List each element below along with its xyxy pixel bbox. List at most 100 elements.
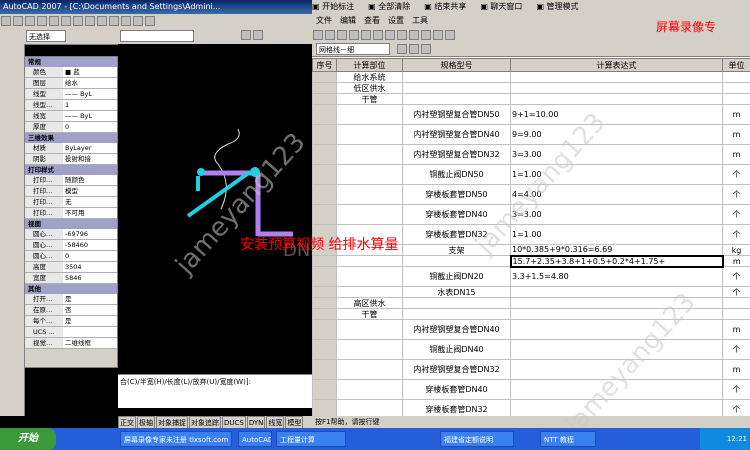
row-index-cell[interactable]	[312, 204, 337, 225]
expression-cell[interactable]	[510, 339, 723, 360]
props-value[interactable]: -58460	[63, 240, 117, 250]
cut-icon[interactable]	[361, 30, 371, 40]
props-value[interactable]: 1	[63, 100, 117, 110]
status-toggle-button[interactable]: 极轴	[137, 416, 155, 428]
cut-icon[interactable]	[49, 16, 59, 26]
pan-icon[interactable]	[109, 16, 119, 26]
unit-cell[interactable]: 个	[722, 379, 750, 400]
location-cell[interactable]	[336, 124, 403, 145]
row-index-cell[interactable]	[312, 308, 337, 320]
unit-cell[interactable]	[722, 297, 750, 309]
location-cell[interactable]	[336, 204, 403, 225]
location-cell[interactable]: 低区供水	[336, 82, 403, 94]
props-value[interactable]: 5846	[63, 273, 117, 283]
props-row[interactable]: 宽度 5846	[25, 273, 117, 284]
column-header[interactable]: 序号	[312, 58, 337, 72]
props-value[interactable]: ■ 蓝	[63, 67, 117, 77]
taskbar-task-button[interactable]: NTT 教程	[540, 431, 596, 447]
props-row[interactable]: 线宽 —— ByL	[25, 111, 117, 122]
props-value[interactable]: 随颜色	[63, 175, 117, 185]
expression-cell[interactable]: 9=9.00	[510, 124, 723, 145]
taskbar-task-button[interactable]: AutoCAD 200	[238, 431, 272, 447]
spec-cell[interactable]: 穿楼板套管DN32	[402, 224, 511, 245]
props-section-header[interactable]: 打印样式	[25, 165, 117, 175]
table-row[interactable]: 铜截止阀DN40 个	[312, 339, 750, 360]
table-row[interactable]: 穿楼板套管DN40 3=3.00 个	[312, 204, 750, 225]
props-row[interactable]: 在原... 否	[25, 305, 117, 316]
column-header[interactable]: 计算表达式	[510, 58, 723, 72]
props-value[interactable]: 模型	[63, 186, 117, 196]
find-icon[interactable]	[397, 30, 407, 40]
menu-item[interactable]: 工具	[412, 16, 428, 25]
status-toggle-button[interactable]: DYN	[246, 416, 266, 428]
props-value[interactable]: -69796	[63, 229, 117, 239]
location-cell[interactable]	[336, 184, 403, 205]
props-value[interactable]: 无	[63, 197, 117, 207]
expression-cell[interactable]: 3.3+1.5=4.80	[510, 266, 723, 287]
location-cell[interactable]	[336, 359, 403, 380]
props-row[interactable]: 线型 —— ByL	[25, 89, 117, 100]
redo-icon[interactable]	[97, 16, 107, 26]
align-left-icon[interactable]	[397, 44, 407, 54]
menu-item[interactable]: 设置	[388, 16, 404, 25]
expression-cell[interactable]: 1=1.00	[510, 164, 723, 185]
spec-cell[interactable]: 铜截止阀DN40	[402, 339, 511, 360]
props-value[interactable]: 是	[63, 316, 117, 326]
layer-state-icon[interactable]	[253, 30, 263, 40]
properties-icon[interactable]	[145, 16, 155, 26]
align-center-icon[interactable]	[409, 44, 419, 54]
table-row[interactable]: 铜截止阀DN20 3.3+1.5=4.80 个	[312, 266, 750, 287]
props-section-header[interactable]: 视图	[25, 219, 117, 229]
status-toggle-button[interactable]: 对象追踪	[189, 416, 221, 428]
status-toggle-button[interactable]: 正交	[118, 416, 136, 428]
expression-cell[interactable]	[510, 359, 723, 380]
unit-cell[interactable]: m	[722, 124, 750, 145]
location-cell[interactable]	[336, 255, 403, 267]
unit-cell[interactable]: m	[722, 255, 750, 267]
spec-cell[interactable]: 内衬塑钢塑复合管DN32	[402, 144, 511, 165]
save-icon[interactable]	[337, 30, 347, 40]
unit-cell[interactable]	[722, 71, 750, 83]
spec-cell[interactable]: 穿楼板套管DN40	[402, 204, 511, 225]
location-cell[interactable]: 干管	[336, 308, 403, 320]
spec-cell[interactable]: 内衬塑钢塑复合管DN40	[402, 319, 511, 340]
open-icon[interactable]	[13, 16, 23, 26]
row-index-cell[interactable]	[312, 297, 337, 309]
expression-cell[interactable]	[510, 93, 723, 105]
props-row[interactable]: 圆心... -69796	[25, 229, 117, 240]
row-index-cell[interactable]	[312, 71, 337, 83]
unit-cell[interactable]: 个	[722, 286, 750, 298]
unit-cell[interactable]: kg	[722, 244, 750, 256]
props-value[interactable]	[63, 327, 117, 337]
help-icon[interactable]	[445, 30, 455, 40]
table-row[interactable]: 铜截止阀DN50 1=1.00 个	[312, 164, 750, 185]
spec-cell[interactable]: 水表DN15	[402, 286, 511, 298]
location-cell[interactable]	[336, 339, 403, 360]
expression-cell[interactable]: 3=3.00	[510, 204, 723, 225]
location-cell[interactable]: 高区供水	[336, 297, 403, 309]
row-index-cell[interactable]	[312, 255, 337, 267]
spec-cell[interactable]: 铜截止阀DN20	[402, 266, 511, 287]
props-value[interactable]: 给水	[63, 78, 117, 88]
props-row[interactable]: 打开... 是	[25, 294, 117, 305]
unit-cell[interactable]	[722, 308, 750, 320]
table-row[interactable]: 干管	[312, 93, 750, 105]
expression-cell[interactable]	[510, 286, 723, 298]
table-row[interactable]: 内衬塑钢塑复合管DN40 m	[312, 319, 750, 340]
row-index-cell[interactable]	[312, 286, 337, 298]
paste-icon[interactable]	[73, 16, 83, 26]
props-value[interactable]: 0	[63, 122, 117, 132]
table-row[interactable]: 穿楼板套管DN50 4=4.00 个	[312, 184, 750, 205]
props-row[interactable]: 每个... 是	[25, 316, 117, 327]
spec-cell[interactable]	[402, 82, 511, 94]
new-icon[interactable]	[313, 30, 323, 40]
props-value[interactable]: —— ByL	[63, 111, 117, 121]
table-row[interactable]: 内衬塑钢塑复合管DN40 9=9.00 m	[312, 124, 750, 145]
spec-cell[interactable]: 内衬塑钢塑复合管DN50	[402, 104, 511, 125]
spec-cell[interactable]	[402, 93, 511, 105]
new-icon[interactable]	[1, 16, 11, 26]
unit-cell[interactable]	[722, 93, 750, 105]
zoom-icon[interactable]	[121, 16, 131, 26]
props-row[interactable]: 线型... 1	[25, 100, 117, 111]
unit-cell[interactable]	[722, 82, 750, 94]
